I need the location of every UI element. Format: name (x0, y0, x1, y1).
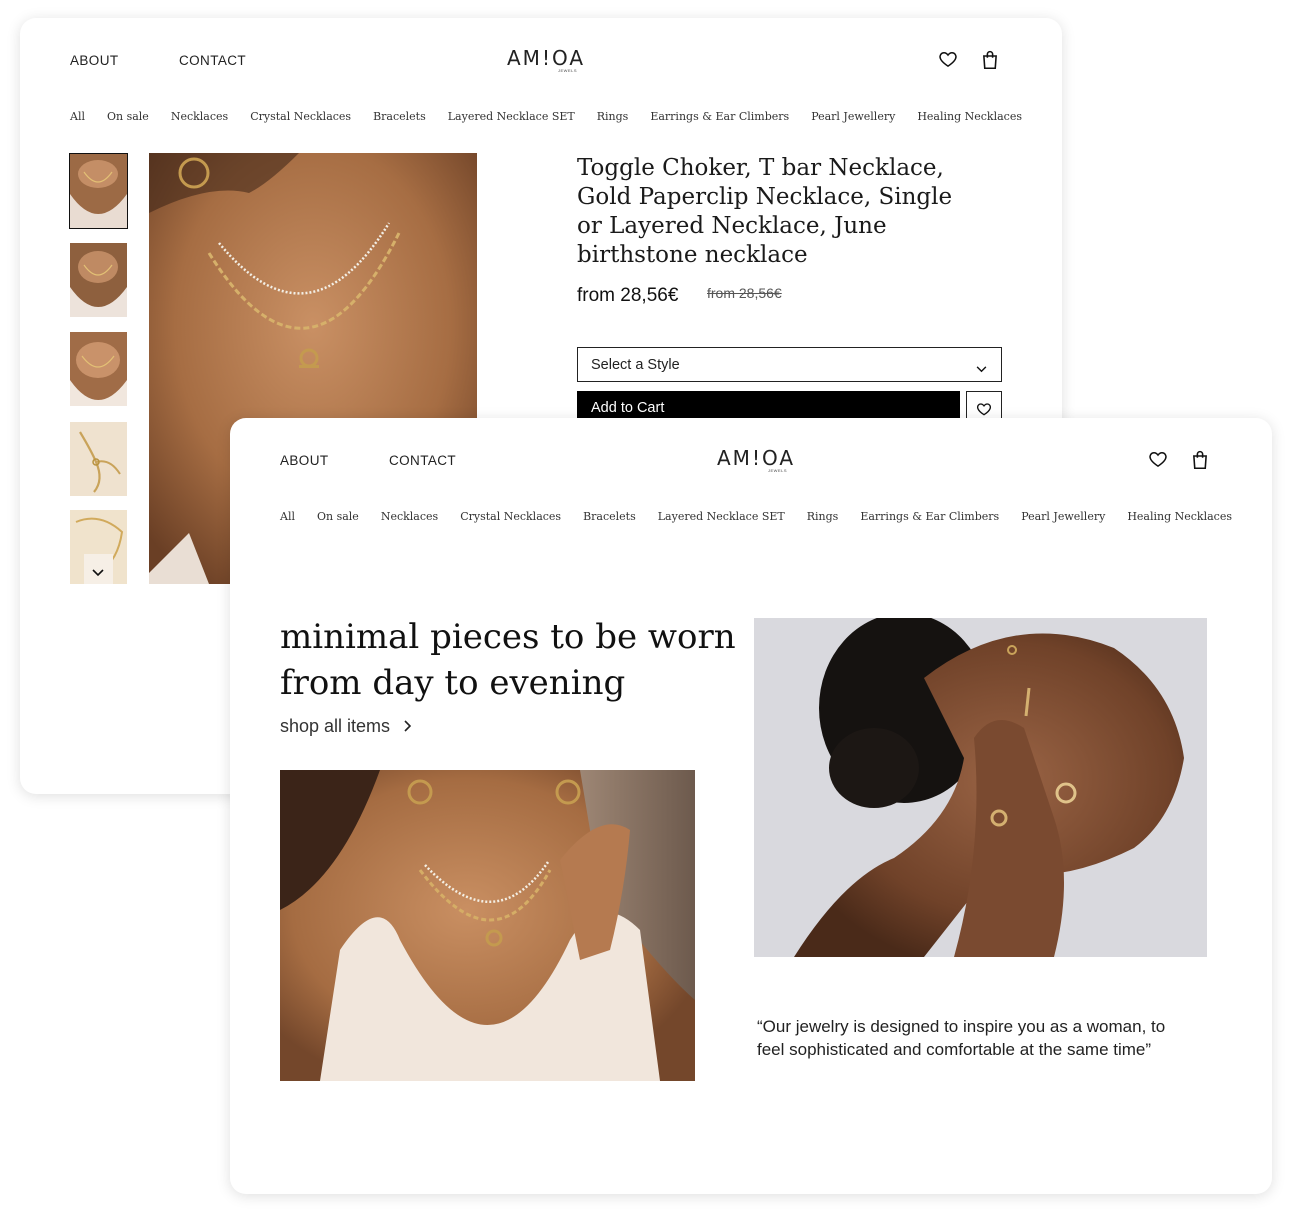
category-crystal-necklaces[interactable]: Crystal Necklaces (250, 110, 351, 123)
hero-headline: minimal pieces to be worn from day to ev… (280, 617, 736, 703)
category-rings[interactable]: Rings (597, 110, 629, 123)
logo-subtitle: JEWELS (558, 68, 578, 73)
add-to-cart-label: Add to Cart (591, 400, 665, 416)
logo-subtitle: JEWELS (768, 468, 788, 473)
category-crystal-necklaces[interactable]: Crystal Necklaces (460, 510, 561, 523)
nav-about[interactable]: ABOUT (70, 53, 119, 68)
chevron-down-icon[interactable] (92, 564, 104, 582)
chevron-right-icon (404, 716, 412, 737)
product-thumbnail[interactable] (69, 153, 128, 229)
heart-icon[interactable] (938, 49, 958, 71)
style-select[interactable]: Select a Style (577, 347, 1002, 382)
bag-icon[interactable] (1191, 449, 1211, 471)
product-title: Toggle Choker, T bar Necklace, Gold Pape… (577, 155, 953, 268)
style-select-label: Select a Style (591, 357, 680, 373)
product-price: from 28,56€ (577, 285, 679, 306)
category-all[interactable]: All (70, 110, 85, 123)
category-all[interactable]: All (280, 510, 295, 523)
product-thumbnail[interactable] (70, 510, 127, 584)
product-thumbnail[interactable] (70, 332, 127, 406)
nav-contact[interactable]: CONTACT (389, 453, 456, 468)
category-bracelets[interactable]: Bracelets (373, 110, 426, 123)
logo[interactable]: AM!OA (507, 46, 585, 70)
category-necklaces[interactable]: Necklaces (381, 510, 438, 523)
heart-icon[interactable] (1148, 449, 1168, 471)
category-healing-necklaces[interactable]: Healing Necklaces (917, 110, 1022, 123)
category-layered-necklace-set[interactable]: Layered Necklace SET (448, 110, 575, 123)
logo[interactable]: AM!OA (717, 446, 795, 470)
shop-all-link[interactable]: shop all items (280, 716, 412, 737)
shop-all-label: shop all items (280, 716, 391, 736)
category-pearl-jewellery[interactable]: Pearl Jewellery (811, 110, 895, 123)
chevron-down-icon (976, 360, 987, 378)
lifestyle-photo-necklace (280, 770, 695, 1081)
category-on-sale[interactable]: On sale (107, 110, 149, 123)
product-old-price: from 28,56€ (707, 285, 782, 301)
home-page-window: ABOUT CONTACT AM!OA JEWELS All On sale N… (230, 418, 1272, 1194)
category-bracelets[interactable]: Bracelets (583, 510, 636, 523)
category-layered-necklace-set[interactable]: Layered Necklace SET (658, 510, 785, 523)
category-earrings[interactable]: Earrings & Ear Climbers (650, 110, 789, 123)
category-bar: All On sale Necklaces Crystal Necklaces … (280, 510, 1232, 523)
bag-icon[interactable] (981, 49, 1001, 71)
product-thumbnail[interactable] (70, 243, 127, 317)
brand-quote: “Our jewelry is designed to inspire you … (757, 1017, 1166, 1059)
category-healing-necklaces[interactable]: Healing Necklaces (1127, 510, 1232, 523)
nav-about[interactable]: ABOUT (280, 453, 329, 468)
category-bar: All On sale Necklaces Crystal Necklaces … (70, 110, 1022, 123)
product-thumbnail[interactable] (70, 422, 127, 496)
category-rings[interactable]: Rings (807, 510, 839, 523)
category-on-sale[interactable]: On sale (317, 510, 359, 523)
lifestyle-photo-rings (754, 618, 1207, 957)
nav-contact[interactable]: CONTACT (179, 53, 246, 68)
category-earrings[interactable]: Earrings & Ear Climbers (860, 510, 999, 523)
category-necklaces[interactable]: Necklaces (171, 110, 228, 123)
category-pearl-jewellery[interactable]: Pearl Jewellery (1021, 510, 1105, 523)
